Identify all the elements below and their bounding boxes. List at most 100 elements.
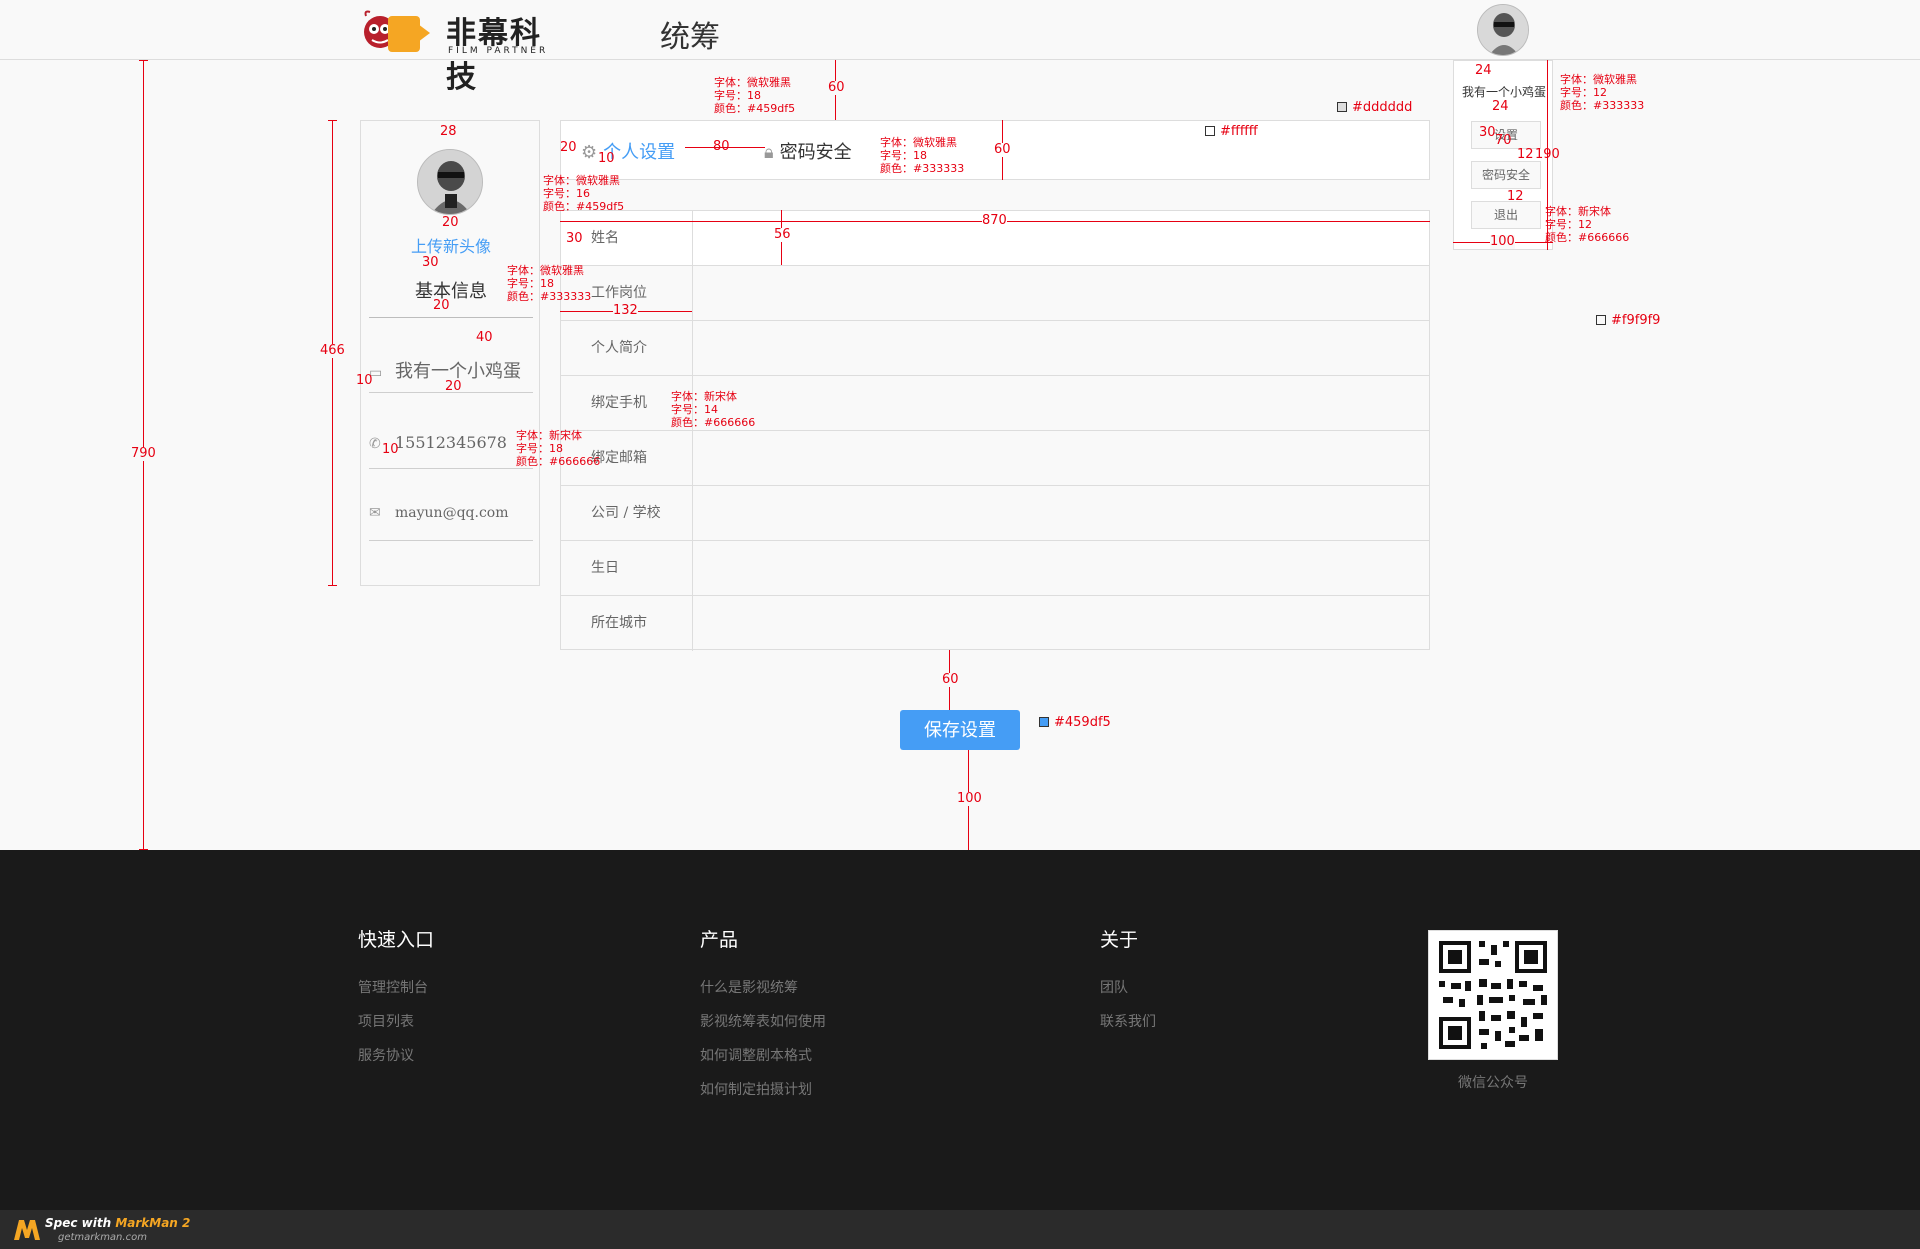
tab-password-security[interactable]: 🔒︎ 密码安全 bbox=[764, 138, 852, 164]
dimension-label: 132 bbox=[613, 303, 638, 318]
dimension-label: 60 bbox=[828, 80, 845, 95]
email-row: ✉ mayun@qq.com bbox=[369, 505, 533, 541]
footer-link-team[interactable]: 团队 bbox=[1100, 978, 1156, 1012]
spec-color: 颜色：#333333 bbox=[1560, 99, 1645, 112]
footer-link-what-is[interactable]: 什么是影视统筹 bbox=[700, 978, 826, 1012]
font-spec-dropdown-buttons: 字体：新宋体 字号：12 颜色：#666666 bbox=[1545, 205, 1629, 244]
dimension-label: 100 bbox=[1490, 234, 1515, 249]
markman-spec: Spec with bbox=[45, 1216, 116, 1230]
spec-color: 颜色：#333333 bbox=[880, 162, 965, 175]
footer-column-about: 关于 团队 联系我们 bbox=[1100, 925, 1156, 1046]
email-text: mayun@qq.com bbox=[395, 505, 509, 521]
spec-size: 字号：14 bbox=[671, 403, 718, 416]
dimension-label: 20 bbox=[445, 379, 462, 394]
form-row-company: 公司 / 学校 bbox=[561, 486, 1429, 541]
form-label: 个人简介 bbox=[561, 321, 693, 375]
color-swatch bbox=[1039, 717, 1049, 727]
footer-link-script-format[interactable]: 如何调整剧本格式 bbox=[700, 1046, 826, 1080]
upload-avatar-link[interactable]: 上传新头像 bbox=[361, 233, 541, 257]
form-row-city: 所在城市 bbox=[561, 596, 1429, 651]
swatch-page-bg-color: #f9f9f9 bbox=[1596, 314, 1660, 328]
spec-font: 字体：微软雅黑 bbox=[714, 76, 791, 89]
email-input[interactable] bbox=[693, 431, 1429, 485]
font-spec-active-tab: 字体：微软雅黑 字号：18 颜色：#459df5 bbox=[714, 76, 795, 115]
dimension-label: 100 bbox=[957, 791, 982, 806]
font-spec-dropdown-name: 字体：微软雅黑 字号：12 颜色：#333333 bbox=[1560, 73, 1644, 112]
footer-column-title: 关于 bbox=[1100, 929, 1139, 951]
wechat-qr-code bbox=[1428, 930, 1558, 1060]
tab-personal-settings[interactable]: ⚙ 个人设置 bbox=[581, 138, 675, 164]
camera-logo-icon bbox=[388, 16, 430, 52]
dimension-label: 20 bbox=[442, 215, 459, 230]
swatch-label: #dddddd bbox=[1352, 100, 1413, 115]
footer-link-projects[interactable]: 项目列表 bbox=[358, 1012, 434, 1046]
dimension-label: 190 bbox=[1535, 147, 1560, 162]
job-input[interactable] bbox=[693, 266, 1429, 320]
phone-text: 15512345678 bbox=[395, 433, 507, 452]
tab-label: 密码安全 bbox=[779, 142, 852, 163]
color-swatch bbox=[1205, 126, 1215, 136]
save-settings-button[interactable]: 保存设置 bbox=[900, 710, 1020, 750]
lock-icon: 🔒︎ bbox=[764, 142, 774, 163]
dropdown-password-button[interactable]: 密码安全 bbox=[1471, 161, 1541, 189]
spec-font: 字体：微软雅黑 bbox=[543, 174, 620, 187]
dimension-label: 56 bbox=[774, 227, 791, 242]
name-input[interactable] bbox=[693, 211, 1429, 265]
footer-link-shooting-plan[interactable]: 如何制定拍摄计划 bbox=[700, 1080, 826, 1114]
spec-size: 字号：12 bbox=[1545, 218, 1592, 231]
spec-font: 字体：新宋体 bbox=[516, 429, 582, 442]
spec-color: 颜色：#666666 bbox=[1545, 231, 1630, 244]
brand-logo[interactable]: 非幕科技 FILM PARTNER bbox=[358, 6, 568, 95]
spec-font: 字体：新宋体 bbox=[671, 390, 737, 403]
swatch-label: #f9f9f9 bbox=[1611, 313, 1661, 328]
city-input[interactable] bbox=[693, 596, 1429, 651]
profile-avatar bbox=[417, 149, 483, 215]
site-footer: 快速入口 管理控制台 项目列表 服务协议 产品 什么是影视统筹 影视统筹表如何使… bbox=[0, 850, 1920, 1210]
dimension-label: 10 bbox=[382, 442, 399, 457]
form-label: 公司 / 学校 bbox=[561, 486, 693, 540]
footer-column-title: 快速入口 bbox=[358, 929, 435, 951]
form-row-job: 工作岗位 bbox=[561, 266, 1429, 321]
footer-link-contact[interactable]: 联系我们 bbox=[1100, 1012, 1156, 1046]
dimension-label: 24 bbox=[1475, 63, 1492, 78]
footer-link-console[interactable]: 管理控制台 bbox=[358, 978, 434, 1012]
dimension-label: 10 bbox=[598, 151, 615, 166]
user-photo-icon bbox=[418, 150, 482, 214]
spec-color: 颜色：#666666 bbox=[516, 455, 601, 468]
dimension-tick bbox=[328, 585, 337, 586]
phone-input[interactable] bbox=[693, 376, 1429, 430]
footer-link-how-to-use[interactable]: 影视统筹表如何使用 bbox=[700, 1012, 826, 1046]
spec-size: 字号：18 bbox=[516, 442, 563, 455]
spec-size: 字号：12 bbox=[1560, 86, 1607, 99]
markman-url: getmarkman.com bbox=[58, 1232, 147, 1243]
header-avatar[interactable] bbox=[1477, 4, 1529, 56]
dropdown-logout-button[interactable]: 退出 bbox=[1471, 201, 1541, 229]
bio-input[interactable] bbox=[693, 321, 1429, 375]
markman-logo-icon bbox=[14, 1220, 40, 1240]
top-header: 非幕科技 FILM PARTNER 统筹 bbox=[0, 0, 1920, 95]
qr-caption: 微信公众号 bbox=[1458, 1075, 1528, 1091]
basic-info-divider bbox=[369, 317, 533, 318]
font-spec-security-tab: 字体：微软雅黑 字号：18 颜色：#333333 bbox=[880, 136, 964, 175]
color-swatch bbox=[1596, 315, 1606, 325]
dimension-tick bbox=[328, 120, 337, 121]
form-label: 所在城市 bbox=[561, 596, 693, 651]
gear-icon: ⚙ bbox=[581, 142, 598, 163]
dimension-label: 80 bbox=[713, 139, 730, 154]
spec-color: 颜色：#666666 bbox=[671, 416, 756, 429]
font-spec-phone: 字体：新宋体 字号：18 颜色：#666666 bbox=[516, 429, 600, 468]
profile-sidebar: 上传新头像 基本信息 ▭ 我有一个小鸡蛋 ✆ 15512345678 ✉ mayun@… bbox=[360, 120, 540, 586]
markman-title: Spec with MarkMan 2 bbox=[45, 1216, 190, 1230]
spec-font: 字体：新宋体 bbox=[1545, 205, 1611, 218]
birthday-input[interactable] bbox=[693, 541, 1429, 595]
swatch-primary-color: #459df5 bbox=[1039, 716, 1111, 730]
company-input[interactable] bbox=[693, 486, 1429, 540]
dimension-label: 870 bbox=[982, 213, 1007, 228]
footer-link-terms[interactable]: 服务协议 bbox=[358, 1046, 434, 1080]
form-row-birthday: 生日 bbox=[561, 541, 1429, 596]
spec-font: 字体：微软雅黑 bbox=[880, 136, 957, 149]
spec-font: 字体：微软雅黑 bbox=[507, 264, 584, 277]
page-title: 统筹 bbox=[660, 20, 720, 55]
profile-form: 姓名 工作岗位 个人简介 绑定手机 绑定邮箱 公司 / 学校 生日 所在城市 bbox=[560, 210, 1430, 651]
font-spec-basic-info: 字体：微软雅黑 字号：18 颜色：#333333 bbox=[507, 264, 591, 303]
